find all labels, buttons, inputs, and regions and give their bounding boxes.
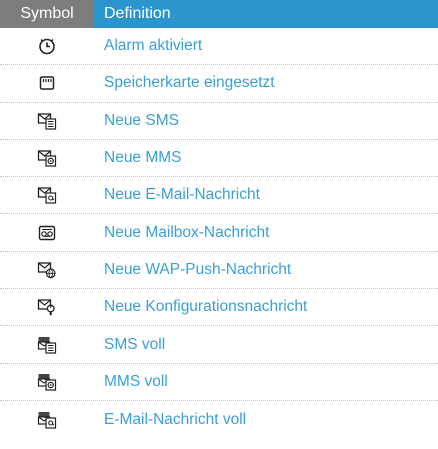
table-row: MMS voll: [0, 364, 438, 401]
table-row: Neue Konfigurationsnachricht: [0, 289, 438, 327]
table-row: Neue SMS: [0, 103, 438, 140]
row-label: MMS voll: [104, 372, 168, 390]
table-row: E-Mail-Nachricht voll: [0, 401, 438, 438]
row-label: Neue MMS: [104, 149, 182, 167]
table-row: Alarm aktiviert: [0, 28, 438, 66]
row-label: Neue Konfigurationsnachricht: [104, 298, 308, 316]
wap-push-icon: [37, 262, 56, 279]
email-full-icon: [37, 411, 57, 429]
table-row: Neue MMS: [0, 140, 438, 178]
voicemail-icon: [38, 225, 56, 240]
row-label: Neue Mailbox-Nachricht: [104, 223, 270, 241]
row-label: Speicherkarte eingesetzt: [104, 74, 275, 92]
header-definition: Definition: [104, 5, 171, 22]
configuration-message-icon: [37, 299, 55, 316]
table-row: Neue E-Mail-Nachricht: [0, 177, 438, 215]
symbol-table: Symbol Definition Alarm aktiviert Speich…: [0, 0, 438, 438]
row-label: Neue WAP-Push-Nachricht: [104, 260, 292, 278]
row-label: SMS voll: [104, 335, 166, 353]
table-header: Symbol Definition: [0, 0, 438, 28]
row-label: Neue E-Mail-Nachricht: [104, 186, 260, 204]
row-label: Neue SMS: [104, 111, 179, 129]
table-row: Neue WAP-Push-Nachricht: [0, 252, 438, 290]
table-row: SMS voll: [0, 326, 438, 364]
table-row: Neue Mailbox-Nachricht: [0, 214, 438, 252]
sms-full-icon: [37, 336, 57, 354]
row-label: Alarm aktiviert: [104, 37, 203, 55]
table-row: Speicherkarte eingesetzt: [0, 65, 438, 103]
new-email-icon: [37, 187, 57, 204]
mms-full-icon: [37, 373, 57, 391]
alarm-icon: [39, 38, 55, 55]
row-label: E-Mail-Nachricht voll: [104, 410, 247, 428]
new-sms-icon: [37, 113, 57, 130]
header-symbol: Symbol: [0, 0, 94, 28]
memory-card-icon: [39, 76, 55, 91]
new-mms-icon: [37, 150, 57, 167]
